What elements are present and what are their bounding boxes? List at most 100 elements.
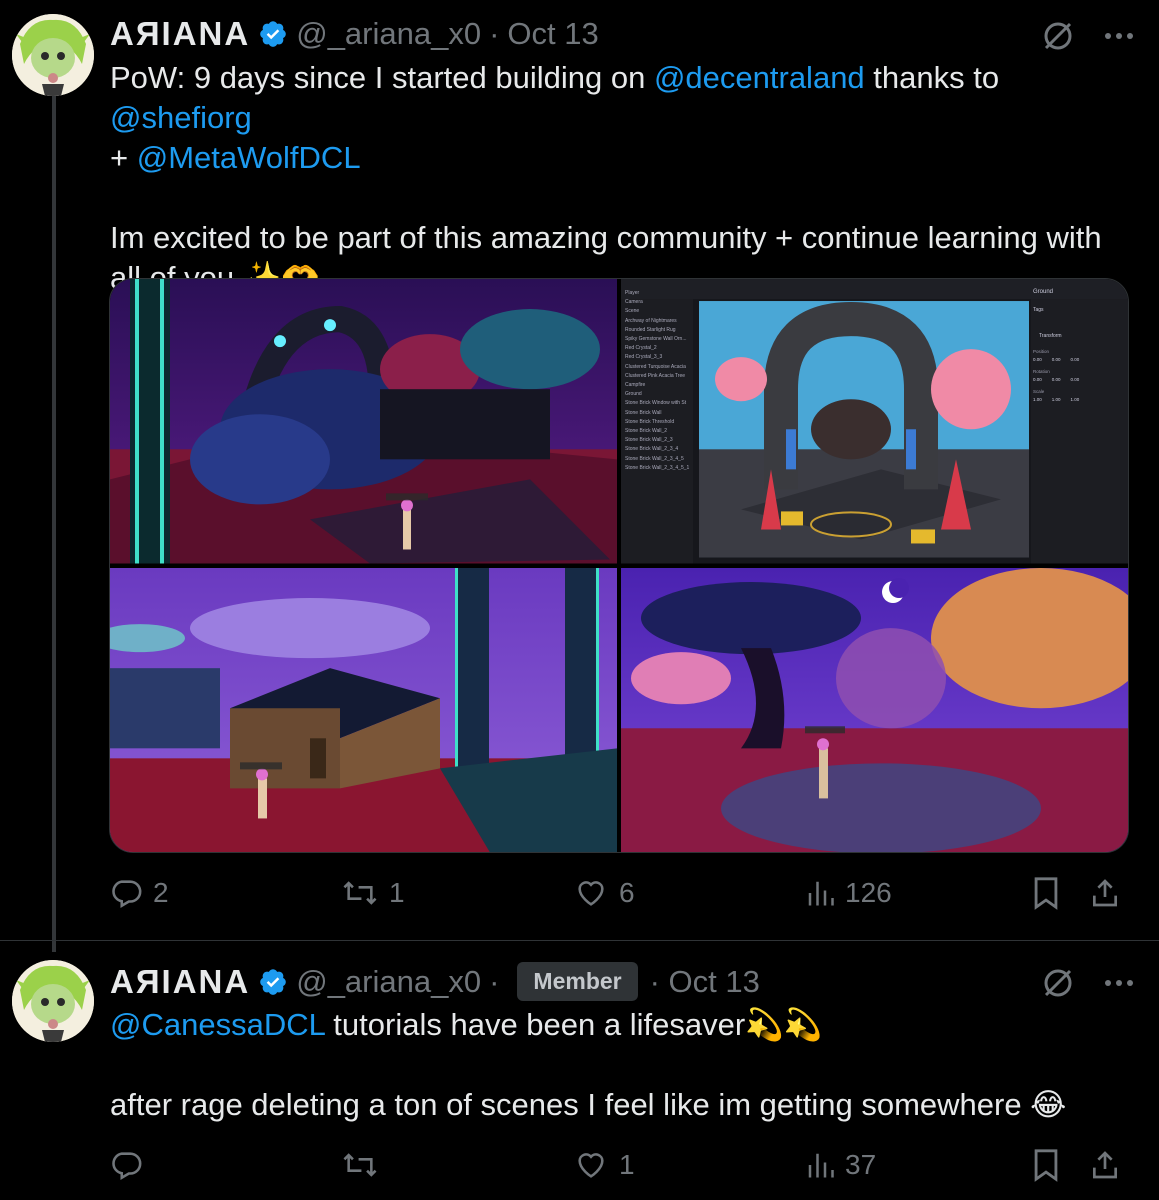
- grok-icon[interactable]: [1040, 965, 1076, 1001]
- scene-tree-item[interactable]: Clustered Turquoise Acacia: [625, 363, 695, 372]
- grok-icon[interactable]: [1040, 18, 1076, 54]
- scene-tree-item[interactable]: Stone Brick Window with St: [625, 399, 695, 408]
- bookmark-button[interactable]: [1031, 876, 1089, 910]
- like-button[interactable]: 1: [573, 1148, 805, 1182]
- tweet-line-1: @CanessaDCL tutorials have been a lifesa…: [110, 1005, 1140, 1045]
- scene-tree-item[interactable]: Rounded Starlight Rug: [625, 326, 695, 335]
- position-z[interactable]: 0.00: [1071, 357, 1080, 362]
- mention-link[interactable]: @CanessaDCL: [110, 1007, 325, 1042]
- verified-badge-icon: [258, 967, 288, 997]
- text-segment: +: [110, 140, 137, 175]
- more-icon[interactable]: [1104, 31, 1134, 41]
- scene-tree-item[interactable]: Player: [625, 289, 695, 298]
- like-count: 1: [619, 1149, 635, 1180]
- bookmark-button[interactable]: [1031, 1148, 1089, 1182]
- reply-count: 2: [153, 877, 169, 908]
- tweet-divider: [0, 940, 1159, 941]
- views-button[interactable]: 37: [805, 1149, 1031, 1181]
- handle[interactable]: @_ariana_x0: [296, 16, 481, 52]
- rotation-y[interactable]: 0.00: [1052, 377, 1061, 382]
- repost-button[interactable]: 1: [341, 876, 573, 910]
- more-icon[interactable]: [1104, 978, 1134, 988]
- scene-tree-item[interactable]: Stone Brick Threshold: [625, 418, 695, 427]
- tweet-actions: 2 1 6 126: [109, 876, 1129, 910]
- repost-button[interactable]: [341, 1148, 573, 1182]
- avatar-illustration: [12, 960, 94, 1042]
- mention-link[interactable]: @decentraland: [654, 60, 865, 95]
- position-x[interactable]: 0.00: [1033, 357, 1042, 362]
- scale-y[interactable]: 1.00: [1052, 397, 1061, 402]
- rotation-x[interactable]: 0.00: [1033, 377, 1042, 382]
- share-button[interactable]: [1089, 1148, 1121, 1182]
- tweet-actions: 1 37: [109, 1148, 1129, 1182]
- scene-tree-item[interactable]: Stone Brick Wall_2_3_4_5_1: [625, 464, 695, 473]
- inspector-rotation-values: 0.00 0.00 0.00: [1033, 377, 1079, 382]
- repost-icon: [341, 876, 379, 910]
- scene-tree: Player Camera Scene Archway of Nightmares Ro…: [625, 289, 695, 473]
- like-button[interactable]: 6: [573, 876, 805, 910]
- tweet-line-2: + @MetaWolfDCL: [110, 138, 1140, 178]
- media-image-3[interactable]: [110, 567, 617, 852]
- member-badge[interactable]: Member: [517, 962, 638, 1001]
- display-name[interactable]: AЯIANA: [110, 15, 250, 53]
- views-button[interactable]: 126: [805, 877, 1031, 909]
- position-y[interactable]: 0.00: [1052, 357, 1061, 362]
- scene-tree-item[interactable]: Stone Brick Wall_2_3: [625, 436, 695, 445]
- media-grid: Player Camera Scene Archway of Nightmares Ro…: [109, 278, 1129, 853]
- avatar[interactable]: [12, 14, 94, 96]
- bookmark-icon: [1031, 876, 1061, 910]
- scene-tree-item[interactable]: Red Crystal_3_3: [625, 353, 695, 362]
- tweet-paragraph-2: after rage deleting a ton of scenes I fe…: [110, 1087, 1067, 1122]
- media-image-1[interactable]: [110, 279, 617, 564]
- tweet-header: AЯIANA @_ariana_x0 · Oct 13: [110, 15, 599, 53]
- scale-z[interactable]: 1.00: [1071, 397, 1080, 402]
- thread-connector: [52, 96, 56, 952]
- like-icon: [573, 1148, 609, 1182]
- scene-tree-item[interactable]: Camera: [625, 298, 695, 307]
- scene-tree-item[interactable]: Red Crystal_2: [625, 344, 695, 353]
- inspector-scale-values: 1.00 1.00 1.00: [1033, 397, 1079, 402]
- scene-tree-item[interactable]: Spiky Gemstone Wall Orn...: [625, 335, 695, 344]
- avatar-illustration: [12, 14, 94, 96]
- timestamp[interactable]: Oct 13: [507, 16, 598, 52]
- rotation-z[interactable]: 0.00: [1071, 377, 1080, 382]
- separator: ·: [489, 16, 500, 51]
- media-image-4[interactable]: [621, 567, 1128, 852]
- views-count: 37: [845, 1149, 877, 1180]
- handle[interactable]: @_ariana_x0: [296, 964, 481, 1000]
- display-name[interactable]: AЯIANA: [110, 963, 250, 1001]
- views-icon: [805, 1150, 835, 1180]
- scene-tree-item[interactable]: Archway of Nightmares: [625, 317, 695, 326]
- views-icon: [805, 878, 835, 908]
- scene-tree-item[interactable]: Campfire: [625, 381, 695, 390]
- scene-tree-item[interactable]: Stone Brick Wall_2_3_4: [625, 445, 695, 454]
- share-button[interactable]: [1089, 876, 1121, 910]
- inspector-scale-label: Scale: [1033, 389, 1045, 394]
- scene-tree-item[interactable]: Stone Brick Wall_2_3_4_5: [625, 455, 695, 464]
- scene-tree-item[interactable]: Clustered Pink Acacia Tree: [625, 372, 695, 381]
- verified-badge-icon: [258, 19, 288, 49]
- tweet-header: AЯIANA @_ariana_x0 · Member · Oct 13: [110, 962, 760, 1001]
- scene-tree-item[interactable]: Scene: [625, 307, 695, 316]
- tweet-text: @CanessaDCL tutorials have been a lifesa…: [110, 1005, 1140, 1125]
- inspector-section: Transform: [1039, 333, 1062, 339]
- reply-button[interactable]: 2: [109, 876, 341, 910]
- mention-link[interactable]: @shefiorg: [110, 100, 252, 135]
- tweet-top-actions: [1040, 18, 1134, 54]
- media-image-2[interactable]: Player Camera Scene Archway of Nightmares Ro…: [621, 279, 1128, 564]
- inspector-position-label: Position: [1033, 349, 1050, 354]
- bookmark-icon: [1031, 1148, 1061, 1182]
- mention-link[interactable]: @MetaWolfDCL: [137, 140, 361, 175]
- scene-tree-item[interactable]: Ground: [625, 390, 695, 399]
- reply-icon: [109, 876, 143, 910]
- inspector-title: Ground: [1033, 289, 1054, 295]
- avatar[interactable]: [12, 960, 94, 1042]
- text-segment: tutorials have been a lifesaver💫💫: [324, 1007, 823, 1042]
- scale-x[interactable]: 1.00: [1033, 397, 1042, 402]
- scene-tree-item[interactable]: Stone Brick Wall_2: [625, 427, 695, 436]
- tweet-line-1: PoW: 9 days since I started building on …: [110, 58, 1140, 138]
- scene-tree-item[interactable]: Stone Brick Wall: [625, 409, 695, 418]
- reply-button[interactable]: [109, 1148, 341, 1182]
- timestamp[interactable]: · Oct 13: [650, 964, 760, 1000]
